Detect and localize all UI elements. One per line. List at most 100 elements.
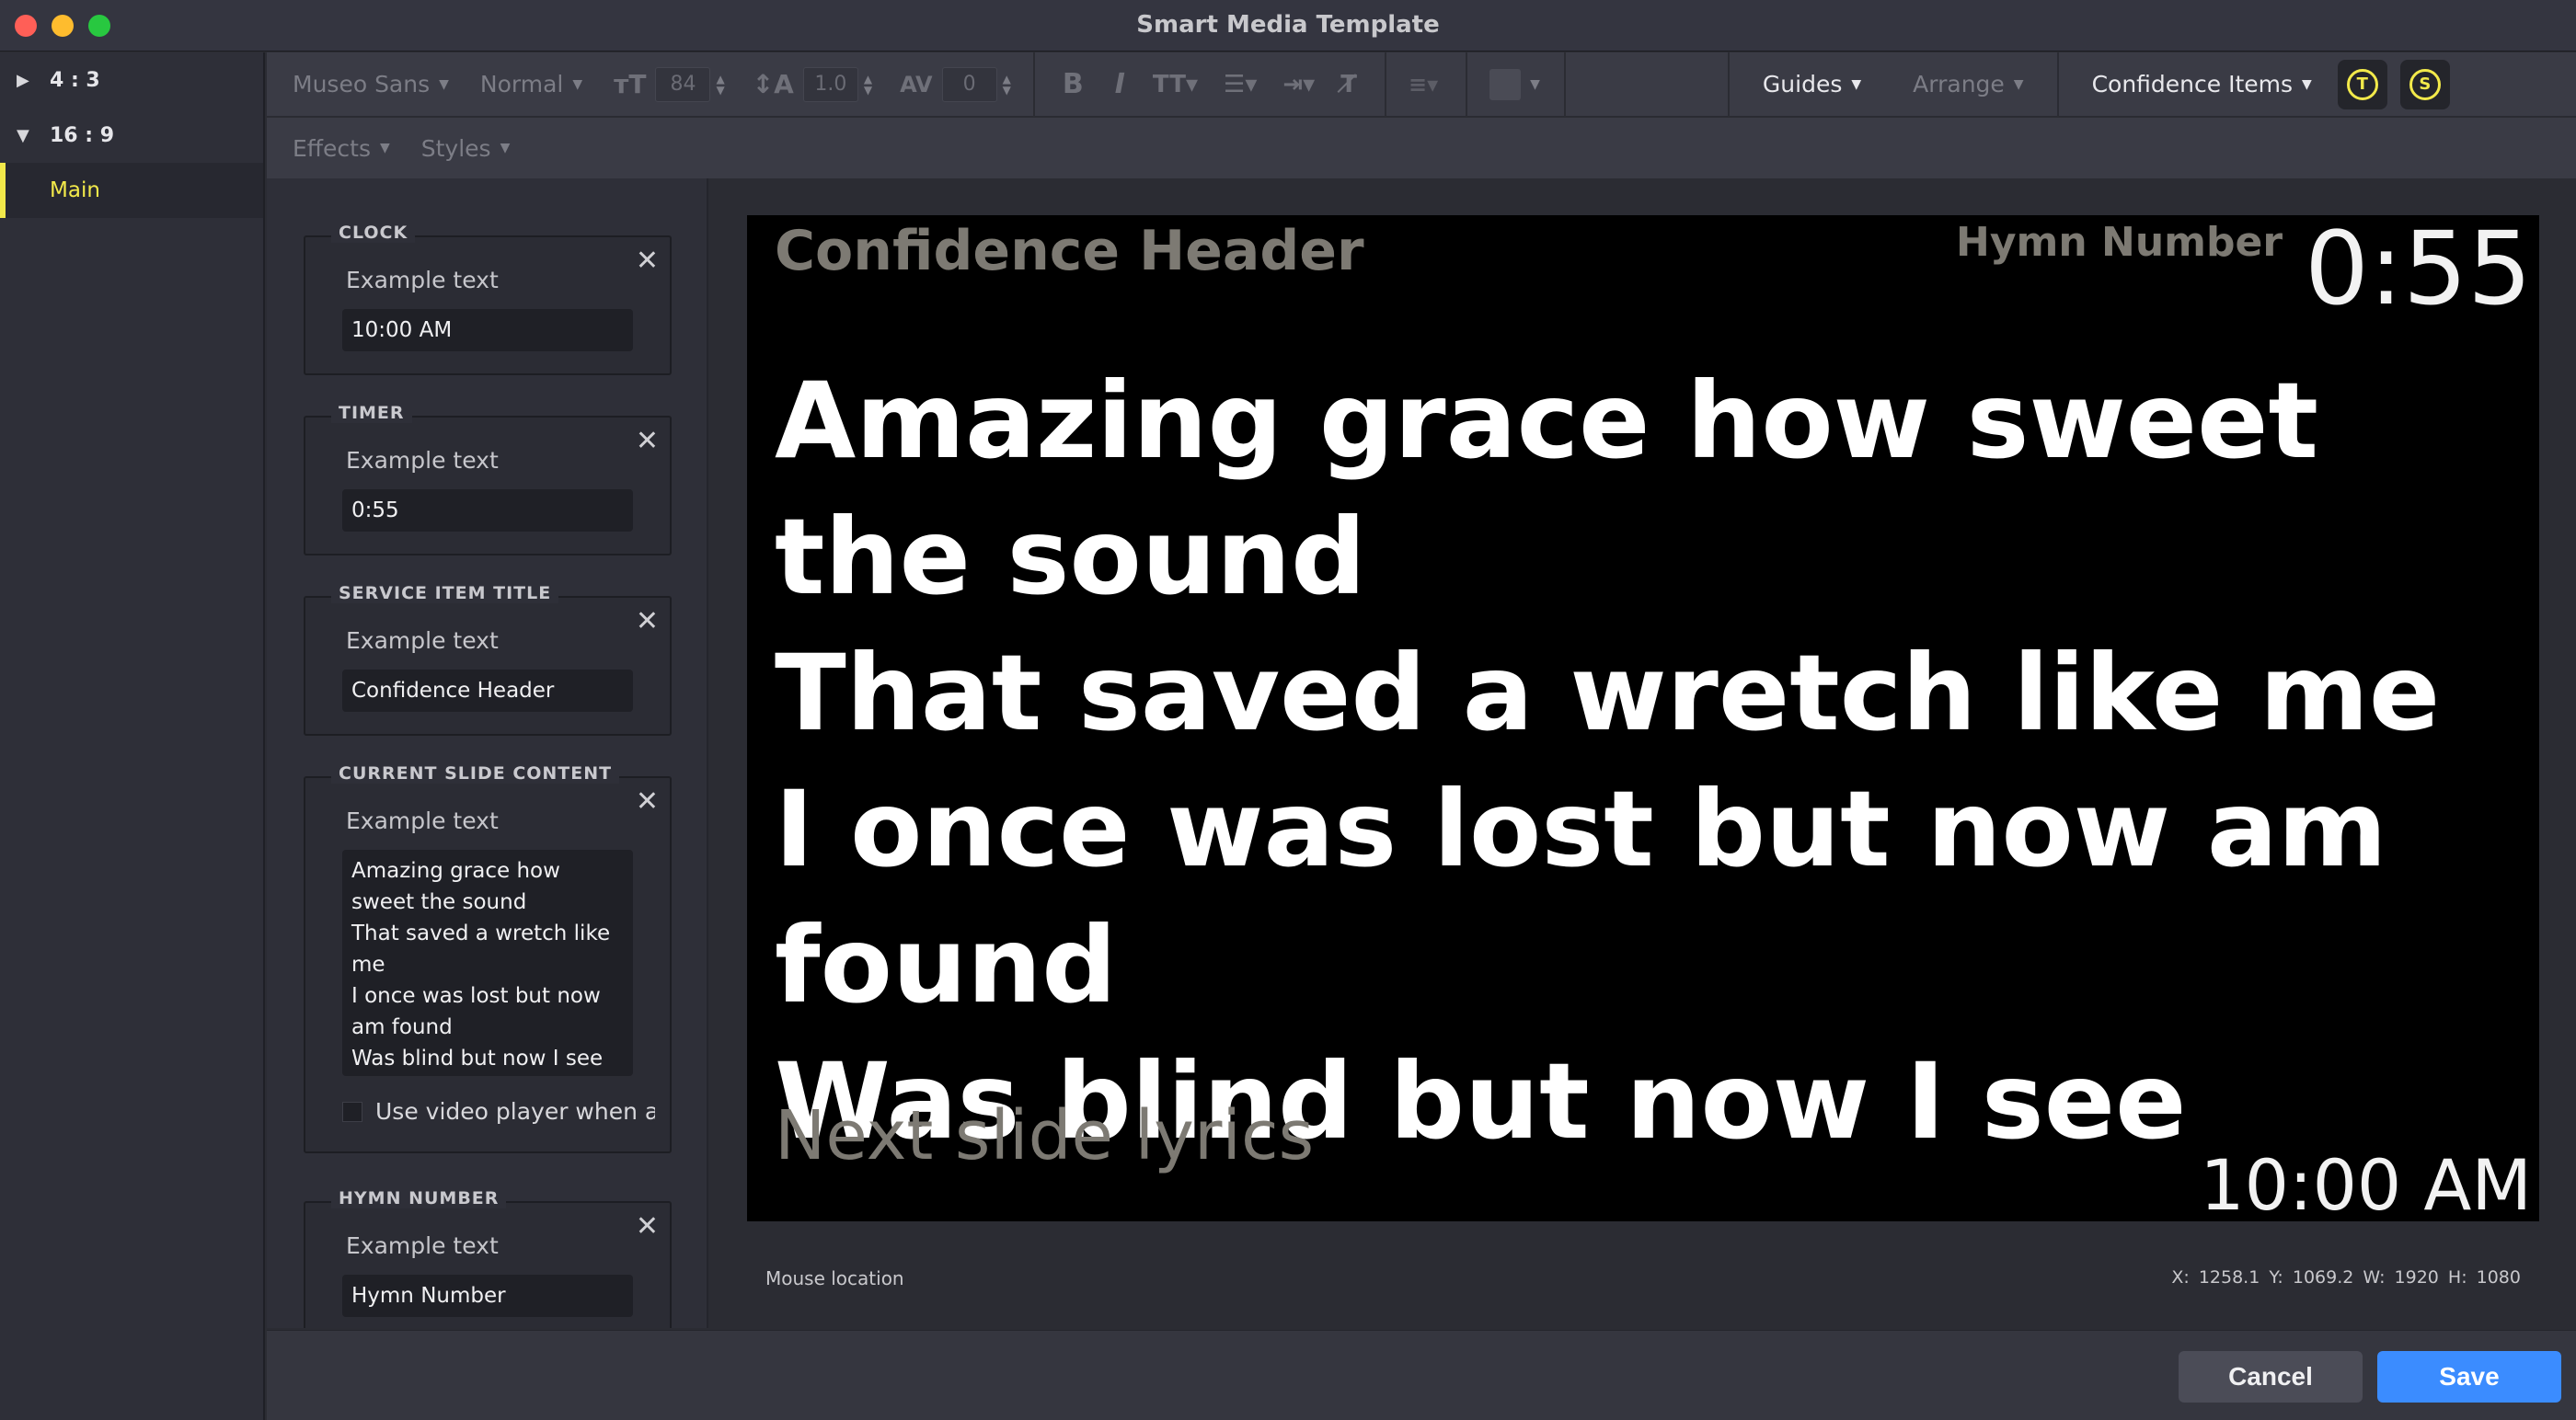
line-height-stepper[interactable]: ▲ ▼ [864,74,872,96]
clock-text-field[interactable]: 10:00 AM [342,309,633,351]
character-spacing-icon: AV [900,71,933,97]
caret-down-icon: ▼ [572,76,583,92]
text-case-icon[interactable]: TT▾ [1153,71,1198,98]
caret-down-icon: ▼ [379,141,390,155]
ratio-label: 16 : 9 [50,123,115,147]
effects-menu[interactable]: Effects ▼ [293,135,390,162]
chevron-down-icon: ▼ [17,125,29,145]
timer-card: TIMER ✕ Example text 0:55 [304,403,672,555]
sync-style-icon: S [2409,68,2441,100]
card-label: HYMN NUMBER [331,1188,507,1208]
window-title: Smart Media Template [1136,11,1440,39]
cancel-button[interactable]: Cancel [2179,1351,2363,1403]
arrange-menu[interactable]: Arrange ▼ [1913,71,2023,97]
line-height-input[interactable]: 1.0 [802,66,858,102]
caret-down-icon: ▼ [1530,76,1540,92]
current-lyrics-text[interactable]: Amazing grace how sweet the sound That s… [775,353,2523,1170]
layout-sidebar: ▶ 4 : 3 ▼ 16 : 9 Main [0,52,265,1420]
card-caption: Example text [346,807,499,834]
card-caption: Example text [346,1232,499,1259]
checkbox-label: Use video player when a [375,1098,655,1125]
timer-text[interactable]: 0:55 [2305,215,2532,327]
char-spacing-control: AV 0 ▲ ▼ [900,66,1011,102]
line-height-icon: ↕A [752,69,794,99]
effects-toolbar: Effects ▼ Styles ▼ [267,118,2576,178]
font-weight-select[interactable]: Normal ▼ [480,71,582,97]
chevron-right-icon: ▶ [17,70,29,90]
hymn-number-text-field[interactable]: Hymn Number [342,1275,633,1317]
service-item-title-card: SERVICE ITEM TITLE ✕ Example text Confid… [304,583,672,736]
card-label: CLOCK [331,223,416,243]
caret-down-icon: ▼ [2302,76,2312,92]
sync-template-icon: T [2346,68,2378,100]
timer-text-field[interactable]: 0:55 [342,489,633,532]
service-title-text-field[interactable]: Confidence Header [342,670,633,712]
bold-icon[interactable]: B [1063,68,1084,100]
card-caption: Example text [346,267,499,293]
close-icon[interactable]: ✕ [636,1210,659,1242]
align-icon[interactable]: ≡▾ [1409,72,1438,97]
dialog-footer: Cancel Save [267,1330,2576,1420]
close-icon[interactable]: ✕ [636,425,659,457]
caret-down-icon: ▼ [1851,76,1862,92]
caret-down-icon: ▼ [2013,76,2024,92]
mouse-location-label: Mouse location [765,1267,904,1289]
fill-color-button[interactable]: ▼ [1489,68,1540,100]
styles-menu[interactable]: Styles ▼ [421,135,511,162]
properties-panel: CLOCK ✕ Example text 10:00 AM TIMER ✕ Ex… [267,178,708,1328]
toolbar-divider [1727,52,1730,117]
confidence-header-text[interactable]: Confidence Header [775,219,1364,283]
toolbar-divider [1563,52,1566,117]
video-player-option[interactable]: Use video player when a [342,1098,655,1125]
close-icon[interactable]: ✕ [636,245,659,277]
canvas-area: Confidence Header Hymn Number 0:55 Amazi… [710,178,2576,1328]
next-slide-lyrics-text[interactable]: Next slide lyrics [775,1096,1314,1175]
italic-icon[interactable]: I [1115,68,1125,100]
close-icon[interactable]: ✕ [636,605,659,637]
clock-card: CLOCK ✕ Example text 10:00 AM [304,223,672,375]
color-swatch [1489,68,1522,100]
ratio-16-9[interactable]: ▼ 16 : 9 [0,108,263,163]
slide-content-textarea[interactable]: Amazing grace how sweet the sound That s… [342,850,633,1076]
current-slide-content-card: CURRENT SLIDE CONTENT ✕ Example text Ama… [304,763,672,1153]
card-label: TIMER [331,403,412,423]
list-icon[interactable]: ☰▾ [1224,71,1257,98]
ratio-label: 4 : 3 [50,68,100,92]
sidebar-item-main[interactable]: Main [0,163,263,218]
close-icon[interactable]: ✕ [636,785,659,818]
card-caption: Example text [346,627,499,654]
toolbar-divider [1384,52,1386,117]
line-height-control: ↕A 1.0 ▲ ▼ [752,66,872,102]
hymn-number-text[interactable]: Hymn Number [1956,219,2283,266]
clock-text[interactable]: 10:00 AM [2200,1144,2532,1221]
char-spacing-stepper[interactable]: ▲ ▼ [1003,74,1011,96]
ratio-4-3[interactable]: ▶ 4 : 3 [0,52,263,108]
format-toolbar: Museo Sans ▼ Normal ▼ ᴛT 84 ▲ ▼ ↕A 1.0 ▲ ▼ A… [267,52,2576,117]
slide-preview[interactable]: Confidence Header Hymn Number 0:55 Amazi… [747,215,2539,1221]
video-player-checkbox[interactable] [342,1101,362,1122]
clear-format-icon[interactable]: T̸ [1340,71,1357,98]
hymn-number-card: HYMN NUMBER ✕ Example text Hymn Number [304,1188,672,1328]
card-caption: Example text [346,447,499,474]
char-spacing-input[interactable]: 0 [941,66,997,102]
card-label: SERVICE ITEM TITLE [331,583,559,603]
toolbar-divider [1032,52,1035,117]
indent-icon[interactable]: ⇥▾ [1282,71,1315,98]
font-size-stepper[interactable]: ▲ ▼ [716,74,724,96]
caret-down-icon: ▼ [439,76,449,92]
caret-down-icon: ▼ [500,141,511,155]
toolbar-divider [2056,52,2059,117]
confidence-items-menu[interactable]: Confidence Items ▼ [2092,71,2312,97]
font-size-icon: ᴛT [614,69,647,99]
font-size-input[interactable]: 84 [655,66,711,102]
coordinates-readout: X: 1258.1 Y: 1069.2 W: 1920 H: 1080 [2171,1267,2521,1288]
font-size-control: ᴛT 84 ▲ ▼ [614,66,725,102]
sync-style-button[interactable]: S [2399,59,2450,109]
card-label: CURRENT SLIDE CONTENT [331,763,620,784]
sync-template-button[interactable]: T [2337,59,2387,109]
toolbar-divider [1466,52,1468,117]
save-button[interactable]: Save [2377,1351,2561,1403]
guides-menu[interactable]: Guides ▼ [1763,71,1861,97]
font-family-select[interactable]: Museo Sans ▼ [293,71,449,97]
title-bar: Smart Media Template [0,0,2576,52]
